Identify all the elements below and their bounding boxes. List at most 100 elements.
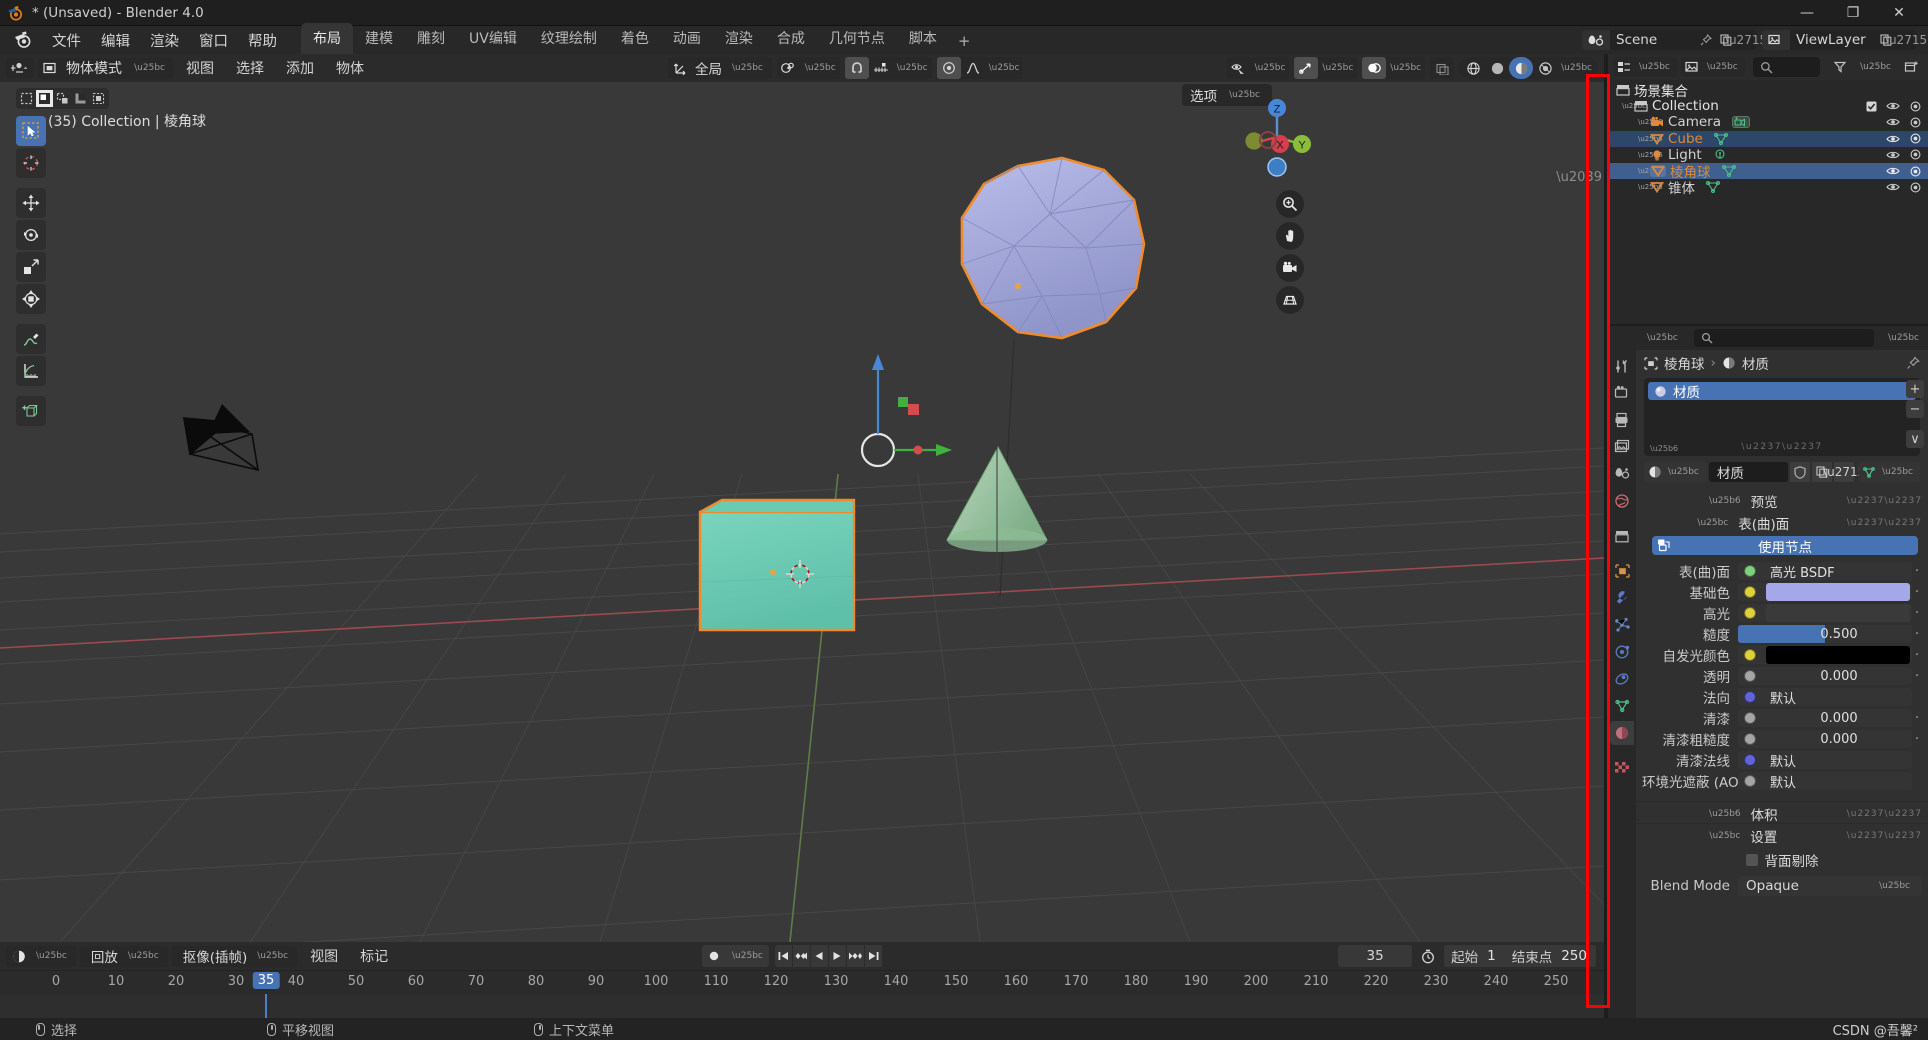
timeline-menu-view[interactable]: 视图	[301, 944, 347, 968]
surface-row-field[interactable]: 0.000	[1738, 709, 1912, 727]
tab-particles[interactable]	[1610, 613, 1634, 637]
keying-menu[interactable]: 抠像(插帧) \u25bc	[171, 945, 298, 967]
disable-render-icon[interactable]	[1909, 149, 1922, 160]
light-data-icon[interactable]	[1712, 148, 1728, 162]
animate-property-dot[interactable]: ·	[1912, 711, 1922, 725]
animate-property-dot[interactable]: ·	[1912, 732, 1922, 746]
next-keyframe-button[interactable]	[847, 945, 865, 967]
material-slot-item[interactable]: 材质	[1648, 382, 1916, 401]
tab-constraints[interactable]	[1610, 667, 1634, 691]
select-set-icon[interactable]	[18, 90, 35, 107]
transform-orientation-dropdown[interactable]: 全局 \u25bc	[668, 57, 772, 79]
shading-material-preview-icon[interactable]	[1509, 57, 1534, 79]
unlink-material-icon[interactable]: \u2715	[1823, 462, 1865, 482]
material-data-mode-dropdown[interactable]: \u25bc	[1859, 462, 1920, 482]
toggle-perspective-button[interactable]	[1276, 286, 1304, 314]
socket-dot-icon[interactable]	[1744, 607, 1756, 619]
socket-dot-icon[interactable]	[1744, 712, 1756, 724]
animate-property-dot[interactable]: ·	[1912, 648, 1922, 662]
jump-to-start-button[interactable]	[775, 945, 793, 967]
xray-toggle-icon[interactable]	[1430, 57, 1455, 79]
viewport-menu-object[interactable]: 物体	[327, 56, 373, 80]
minimize-button[interactable]: —	[1784, 0, 1830, 26]
chevron-down-icon[interactable]: \u25bc	[1884, 333, 1923, 343]
jump-to-end-button[interactable]	[865, 945, 883, 967]
surface-row-field[interactable]: 0.000	[1738, 667, 1912, 685]
playhead[interactable]	[265, 994, 267, 1018]
pivot-point-dropdown[interactable]: \u25bc	[776, 57, 840, 79]
material-slot-list[interactable]: 材质 \u25b6 \u2237\u2237	[1644, 378, 1920, 456]
close-button[interactable]: ✕	[1876, 0, 1922, 26]
breadcrumb-object-name[interactable]: 棱角球	[1664, 353, 1705, 373]
surface-row-field[interactable]	[1738, 604, 1912, 622]
hide-eye-icon[interactable]	[1886, 101, 1900, 111]
menu-help[interactable]: 帮助	[238, 27, 287, 54]
navigation-gizmo[interactable]: Z X Y	[1234, 94, 1320, 180]
select-invert-icon[interactable]	[72, 90, 89, 107]
unlink-scene-icon[interactable]: \u2715	[1725, 30, 1767, 50]
tab-world[interactable]	[1610, 489, 1634, 513]
mesh-data-icon[interactable]	[1721, 164, 1737, 178]
socket-dot-icon[interactable]	[1744, 649, 1756, 661]
tab-geometry-nodes[interactable]: 几何节点	[817, 23, 897, 54]
mesh-data-icon[interactable]	[1705, 180, 1721, 194]
tab-collection[interactable]	[1610, 524, 1634, 548]
blender-menu-icon[interactable]	[12, 30, 34, 50]
outliner-row-cone[interactable]: \u25b6 锥体	[1608, 179, 1928, 197]
blend-mode-dropdown[interactable]: Opaque \u25bc	[1738, 876, 1922, 896]
record-icon[interactable]	[702, 945, 726, 967]
outliner-row-camera[interactable]: \u25b6 Camera	[1608, 114, 1928, 130]
camera-data-icon[interactable]	[1731, 115, 1751, 129]
play-button[interactable]	[829, 945, 847, 967]
use-preview-range-icon[interactable]	[1416, 945, 1440, 967]
chevron-down-icon[interactable]: \u25bc	[1856, 62, 1895, 72]
shading-solid-icon[interactable]	[1485, 57, 1509, 79]
animate-property-dot[interactable]: ·	[1912, 606, 1922, 620]
timeline-ruler[interactable]: 0 10 20 30 35 40 50 60 70 80 90 100 110 120 130 140 150 1…	[0, 970, 1604, 994]
tab-object[interactable]	[1610, 559, 1634, 583]
overlays-toggle-icon[interactable]	[1362, 57, 1387, 79]
tab-rendering[interactable]: 渲染	[713, 23, 765, 54]
tool-scale[interactable]	[16, 252, 46, 282]
material-name-field[interactable]: 材质	[1708, 462, 1789, 482]
viewport-menu-select[interactable]: 选择	[227, 56, 273, 80]
tab-render[interactable]	[1610, 381, 1634, 405]
prev-keyframe-button[interactable]	[793, 945, 811, 967]
hide-eye-icon[interactable]	[1886, 182, 1900, 192]
outliner-search-input[interactable]	[1752, 57, 1821, 77]
surface-row-field[interactable]: 默认	[1738, 772, 1912, 790]
viewlayer-selector[interactable]: ViewLayer \u2715	[1762, 30, 1927, 50]
socket-dot-icon[interactable]	[1744, 775, 1756, 787]
menu-edit[interactable]: 编辑	[91, 27, 140, 54]
viewport-menu-view[interactable]: 视图	[177, 56, 223, 80]
surface-row-field[interactable]	[1738, 646, 1912, 664]
panel-surface[interactable]: \u25bc 表(曲)面 \u2237\u2237	[1636, 512, 1928, 534]
remove-material-slot-button[interactable]: −	[1906, 400, 1924, 418]
tab-texture[interactable]	[1610, 756, 1634, 780]
outliner-row-cube[interactable]: \u25b6 Cube	[1608, 130, 1928, 147]
grip-dots-icon[interactable]: \u2237\u2237	[1741, 442, 1822, 452]
chevron-down-icon[interactable]: \u25bc	[1643, 333, 1682, 343]
maximize-button[interactable]: ❐	[1830, 0, 1876, 26]
hide-eye-icon[interactable]	[1886, 117, 1900, 127]
hide-eye-icon[interactable]	[1886, 166, 1900, 176]
properties-search-input[interactable]	[1693, 329, 1875, 347]
playback-menu[interactable]: 回放 \u25bc	[79, 945, 168, 967]
sidebar-expand-arrow-icon[interactable]: \u2039	[1556, 170, 1602, 185]
surface-row-field[interactable]: 0.500	[1738, 625, 1912, 643]
tab-scripting[interactable]: 脚本	[897, 23, 949, 54]
panel-volume[interactable]: \u25b6 体积 \u2237\u2237	[1636, 801, 1928, 824]
tab-layout[interactable]: 布局	[301, 23, 353, 54]
animate-property-dot[interactable]: ·	[1912, 627, 1922, 641]
menu-file[interactable]: 文件	[42, 27, 91, 54]
add-material-slot-button[interactable]: +	[1906, 380, 1924, 398]
color-swatch[interactable]	[1766, 646, 1910, 664]
play-reverse-button[interactable]	[811, 945, 829, 967]
tab-shading[interactable]: 着色	[609, 23, 661, 54]
menu-window[interactable]: 窗口	[189, 27, 238, 54]
add-workspace-button[interactable]: +	[949, 28, 980, 54]
scene-selector[interactable]: Scene \u2715	[1582, 30, 1767, 50]
disclosure-triangle-icon[interactable]: \u25bc	[1622, 102, 1646, 110]
outliner-row-scene-collection[interactable]: 场景集合	[1608, 82, 1928, 100]
remove-viewlayer-icon[interactable]: \u2715	[1885, 30, 1927, 50]
